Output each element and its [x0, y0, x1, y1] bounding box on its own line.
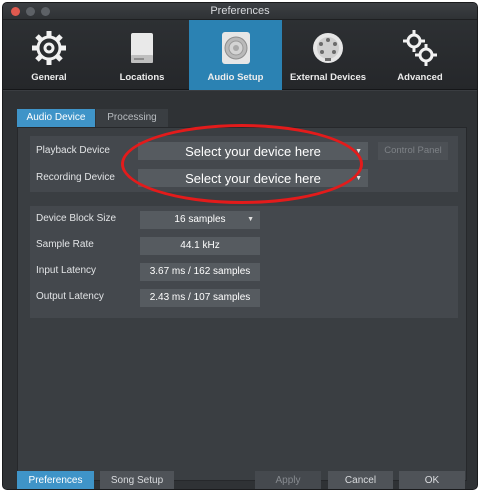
title-bar: Preferences [3, 3, 477, 20]
midi-port-icon [309, 29, 347, 70]
toolbar-advanced[interactable]: Advanced [374, 20, 466, 90]
output-latency-value: 2.43 ms / 107 samples [140, 289, 260, 307]
toolbar-external-devices[interactable]: External Devices [282, 20, 374, 90]
toolbar-label: Advanced [397, 72, 443, 83]
tab-audio-device[interactable]: Audio Device [17, 109, 95, 127]
input-latency-label: Input Latency [36, 265, 97, 276]
recording-device-label: Recording Device [36, 172, 115, 183]
window-title: Preferences [210, 5, 270, 17]
chevron-down-icon: ▼ [355, 175, 362, 182]
song-setup-button[interactable]: Song Setup [100, 471, 174, 489]
toolbar-label: Locations [119, 72, 165, 83]
speaker-icon [217, 29, 255, 70]
input-latency-value: 3.67 ms / 162 samples [140, 263, 260, 281]
recording-device-select[interactable]: Select your device here ▼ [138, 169, 368, 187]
control-panel-button[interactable]: Control Panel [378, 142, 448, 160]
toolbar-label: General [31, 72, 67, 83]
audio-device-panel: Playback Device Select your device here … [17, 127, 467, 481]
chevron-down-icon: ▼ [355, 148, 362, 155]
output-latency-label: Output Latency [36, 291, 104, 302]
preferences-toolbar: General Locations Audio Setup External D… [3, 20, 477, 90]
block-size-select[interactable]: 16 samples ▼ [140, 211, 260, 229]
block-size-label: Device Block Size [36, 213, 117, 224]
playback-device-value: Select your device here [185, 144, 321, 159]
playback-device-select[interactable]: Select your device here ▼ [138, 142, 368, 160]
drive-icon [125, 29, 159, 70]
preferences-window: Preferences General Locations Audio Setu… [2, 2, 478, 490]
gears-icon [401, 29, 439, 70]
apply-button[interactable]: Apply [255, 471, 321, 489]
device-settings-group: Device Block Size 16 samples ▼ Sample Ra… [30, 206, 458, 318]
ok-button[interactable]: OK [399, 471, 465, 489]
chevron-down-icon: ▼ [247, 216, 254, 223]
toolbar-label: Audio Setup [207, 72, 264, 83]
toolbar-label: External Devices [289, 72, 367, 83]
sample-rate-label: Sample Rate [36, 239, 94, 250]
toolbar-audio-setup[interactable]: Audio Setup [189, 20, 282, 90]
cancel-button[interactable]: Cancel [328, 471, 393, 489]
playback-device-label: Playback Device [36, 145, 110, 156]
block-size-value: 16 samples [174, 214, 226, 225]
toolbar-general[interactable]: General [3, 20, 95, 90]
recording-device-value: Select your device here [185, 171, 321, 186]
tab-processing[interactable]: Processing [96, 109, 168, 127]
gear-icon [30, 29, 68, 70]
preferences-content: Audio Device Processing Playback Device … [3, 91, 477, 489]
sample-rate-value: 44.1 kHz [140, 237, 260, 255]
device-selection-group: Playback Device Select your device here … [30, 136, 458, 192]
toolbar-locations[interactable]: Locations [95, 20, 189, 90]
preferences-button[interactable]: Preferences [17, 471, 94, 489]
